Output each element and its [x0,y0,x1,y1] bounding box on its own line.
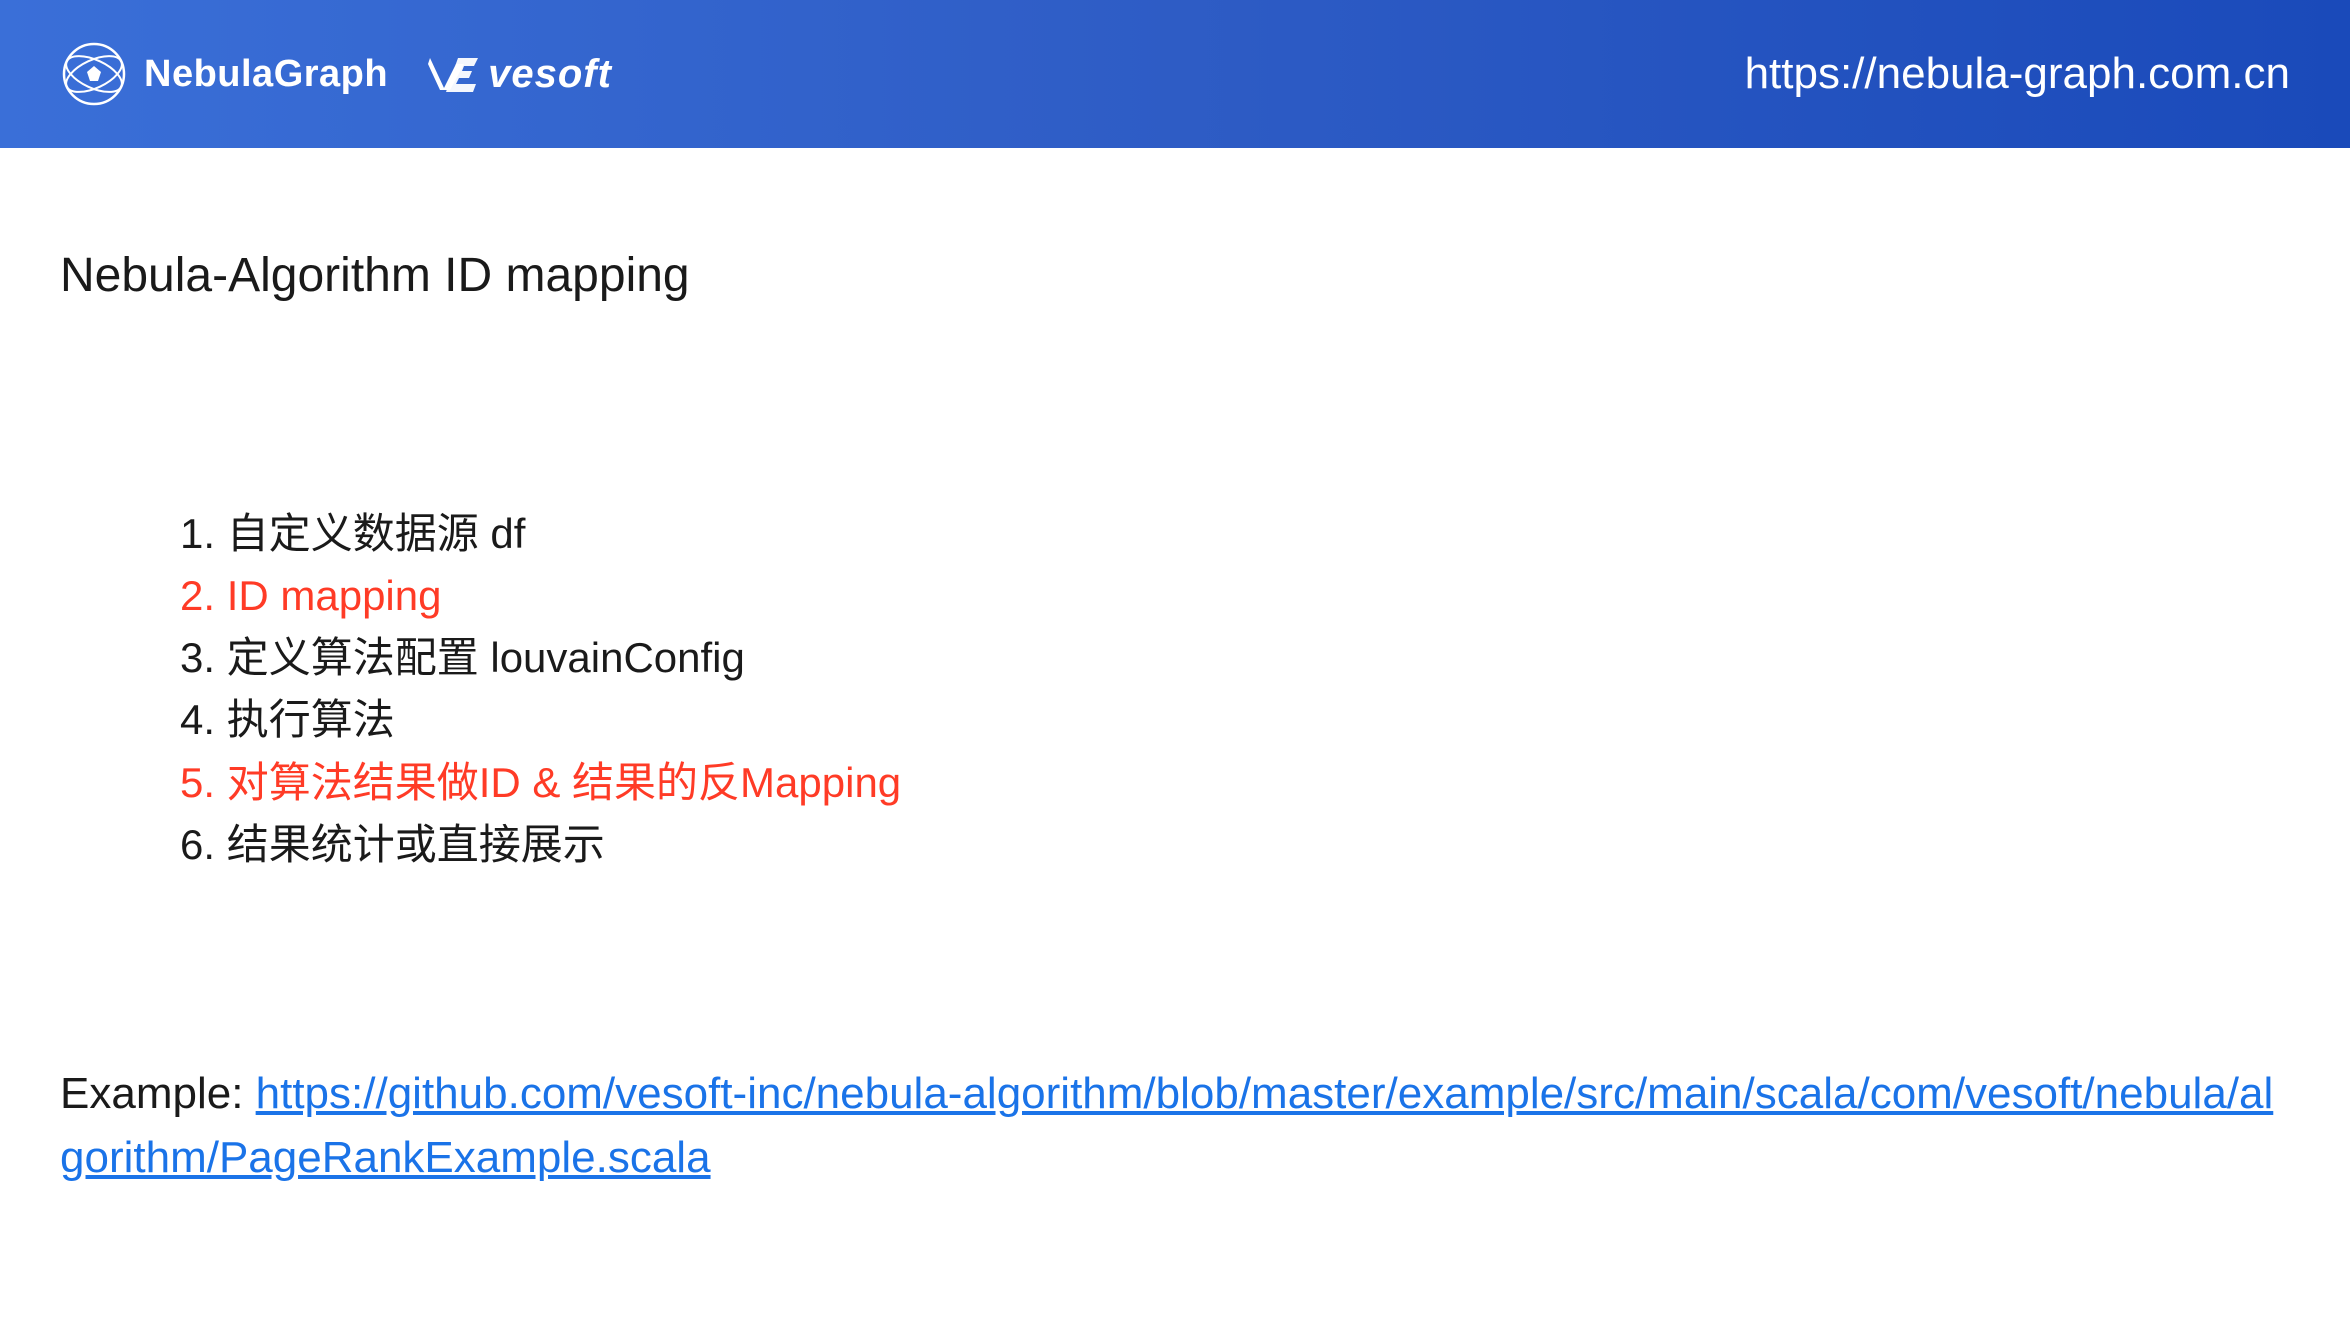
nebula-brand-text: NebulaGraph [144,53,388,96]
example-label: Example: [60,1069,256,1118]
slide-content: Nebula-Algorithm ID mapping 1. 自定义数据源 df… [0,148,2350,876]
list-item-number: 6. [180,821,215,868]
header-left-group: NebulaGraph vesoft [60,40,612,108]
list-item-text: 对算法结果做ID & 结果的反Mapping [227,759,901,806]
vesoft-brand-text: vesoft [488,52,612,97]
list-item-number: 5. [180,759,215,806]
slide-title: Nebula-Algorithm ID mapping [60,248,2290,303]
list-item-text: 执行算法 [227,696,395,743]
header-url: https://nebula-graph.com.cn [1745,49,2290,99]
list-item-number: 3. [180,634,215,681]
nebula-icon [60,40,128,108]
list-item: 1. 自定义数据源 df [180,503,2290,565]
example-section: Example: https://github.com/vesoft-inc/n… [60,1062,2290,1190]
list-item: 4. 执行算法 [180,689,2290,751]
list-item-text: ID mapping [227,572,442,619]
list-item-text: 自定义数据源 df [227,510,526,557]
list-item: 6. 结果统计或直接展示 [180,814,2290,876]
list-item-number: 1. [180,510,215,557]
example-link[interactable]: https://github.com/vesoft-inc/nebula-alg… [60,1069,2273,1182]
list-item-number: 2. [180,572,215,619]
vesoft-logo: vesoft [428,52,612,97]
list-item-text: 结果统计或直接展示 [227,821,605,868]
header-bar: NebulaGraph vesoft https://nebula-graph.… [0,0,2350,148]
list-item-text: 定义算法配置 louvainConfig [227,634,745,681]
vesoft-icon [428,56,478,92]
list-item: 5. 对算法结果做ID & 结果的反Mapping [180,752,2290,814]
steps-list: 1. 自定义数据源 df 2. ID mapping 3. 定义算法配置 lou… [60,503,2290,876]
nebula-logo: NebulaGraph [60,40,388,108]
list-item: 2. ID mapping [180,565,2290,627]
list-item-number: 4. [180,696,215,743]
list-item: 3. 定义算法配置 louvainConfig [180,627,2290,689]
